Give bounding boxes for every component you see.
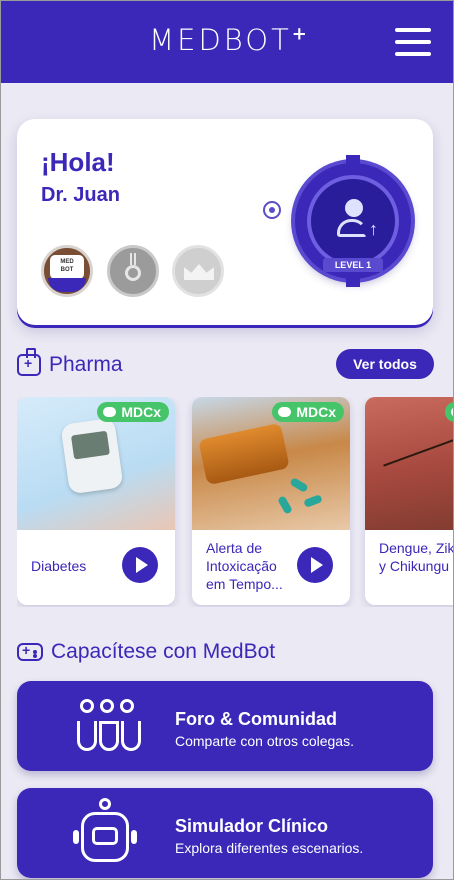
level-label: LEVEL 1 — [323, 258, 383, 272]
simulador-clinico-button[interactable]: Simulador Clínico Explora diferentes esc… — [17, 788, 433, 878]
action-title: Simulador Clínico — [175, 816, 329, 836]
gamepad-icon — [17, 642, 43, 661]
silver-medal-badge-icon[interactable] — [107, 245, 159, 297]
greeting-text: ¡Hola! — [41, 147, 115, 177]
action-subtitle: Explora diferentes escenarios. — [175, 840, 364, 856]
pharma-section-heading: Pharma — [17, 348, 123, 380]
robot-icon — [69, 798, 143, 868]
pharma-icon — [17, 348, 41, 376]
level-avatar[interactable]: ↑ LEVEL 1 — [295, 155, 411, 287]
community-icon — [77, 699, 141, 755]
app-screen: MEDBOT+ ¡Hola! Dr. Juan MED BOT ↑ LEVEL 1 — [0, 0, 454, 880]
user-avatar-icon — [345, 199, 363, 217]
pharma-card-intoxicacao[interactable]: MDCx Alerta de Intoxicação em Tempo... — [192, 397, 350, 605]
top-app-bar: MEDBOT+ — [1, 1, 453, 83]
user-name: Dr. Juan — [41, 184, 120, 206]
medbot-chef-badge-icon[interactable]: MED BOT — [41, 245, 93, 297]
pharma-card-dengue[interactable]: MDCx Dengue, Zika y Chikungu — [365, 397, 454, 605]
level-up-arrow-icon: ↑ — [369, 219, 378, 239]
action-title: Foro & Comunidad — [175, 709, 337, 729]
mdcx-tag: MDCx — [272, 402, 344, 422]
play-icon[interactable] — [297, 547, 333, 583]
card-title: Alerta de Intoxicação em Tempo... — [206, 540, 283, 592]
card-title: Dengue, Zika y Chikungu — [379, 540, 454, 574]
card-image — [365, 397, 453, 530]
card-title: Diabetes — [31, 558, 87, 574]
mdcx-tag: MDCx — [97, 402, 169, 422]
pharma-card-diabetes[interactable]: MDCx Diabetes — [17, 397, 175, 605]
hamburger-menu-icon[interactable] — [395, 27, 431, 59]
see-all-button[interactable]: Ver todos — [336, 349, 434, 379]
pharma-carousel[interactable]: MDCx Diabetes MDCx Alerta de Intoxicação… — [17, 397, 454, 607]
action-subtitle: Comparte con otros colegas. — [175, 733, 354, 749]
foro-comunidad-button[interactable]: Foro & Comunidad Comparte con otros cole… — [17, 681, 433, 771]
greeting-card: ¡Hola! Dr. Juan MED BOT ↑ LEVEL 1 — [17, 119, 433, 325]
play-icon[interactable] — [122, 547, 158, 583]
target-icon[interactable] — [263, 201, 281, 219]
crown-badge-icon[interactable] — [172, 245, 224, 297]
brand-logo: MEDBOT+ — [149, 23, 307, 57]
training-section-heading: Capacítese con MedBot — [17, 637, 275, 667]
